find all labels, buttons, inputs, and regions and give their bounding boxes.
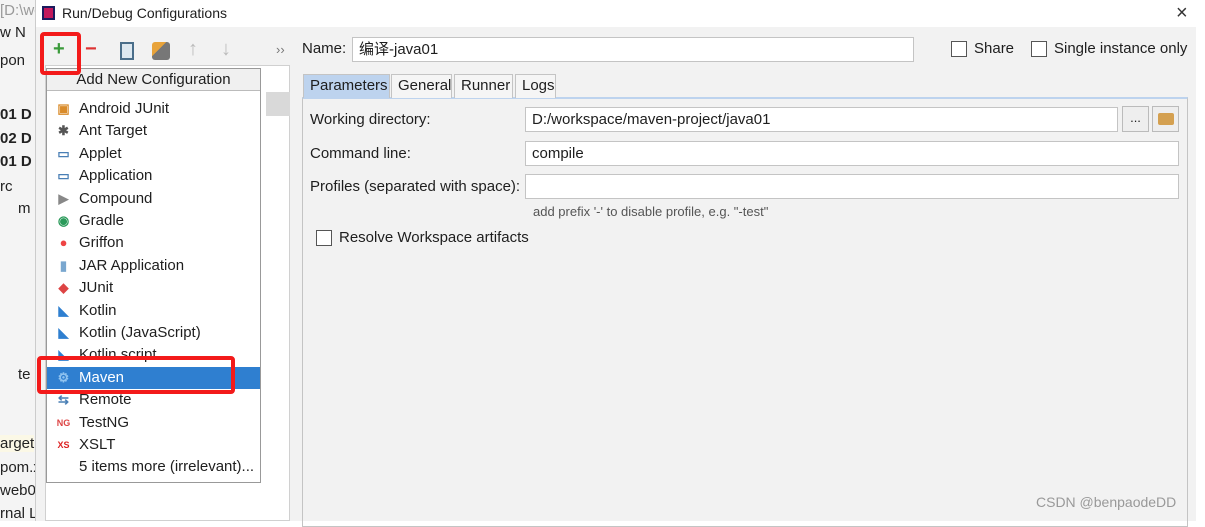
config-type-label: Applet — [79, 144, 122, 162]
config-type-testng[interactable]: NG TestNG — [47, 412, 260, 434]
profiles-hint: add prefix '-' to disable profile, e.g. … — [533, 204, 769, 219]
ide-text: [D:\wo — [0, 2, 35, 19]
junit-icon: ◆ — [58, 280, 69, 296]
edit-defaults-icon[interactable] — [152, 42, 170, 60]
highlight-maven — [37, 356, 235, 394]
more-icon[interactable]: ›› — [276, 42, 285, 57]
config-type-compound[interactable]: ▶ Compound — [47, 188, 260, 210]
config-type-gradle[interactable]: ◉ Gradle — [47, 210, 260, 232]
config-type-xslt[interactable]: XS XSLT — [47, 434, 260, 456]
tab-logs[interactable]: Logs — [515, 74, 556, 98]
config-type-label: Application — [79, 167, 153, 185]
applet-icon: ▭ — [57, 145, 70, 161]
ide-text: arget — [0, 435, 35, 452]
profiles-label: Profiles (separated with space): — [310, 178, 521, 195]
config-type-label: Gradle — [79, 212, 125, 229]
config-type-label: Compound — [79, 189, 153, 207]
compound-icon: ▶ — [58, 190, 69, 206]
command-line-input[interactable]: compile — [525, 141, 1179, 166]
config-type-label: JAR Application — [79, 256, 185, 274]
remove-configuration-button[interactable]: − — [85, 38, 97, 61]
ide-text: w N — [0, 24, 26, 41]
watermark: CSDN @benpaodeDD — [1036, 494, 1177, 510]
close-button[interactable]: × — [1176, 2, 1188, 25]
title-bar: Run/Debug Configurations × — [36, 0, 1196, 27]
resolve-workspace-label: Resolve Workspace artifacts — [339, 229, 529, 246]
config-type-application[interactable]: ▭ Application — [47, 165, 260, 187]
kotlin-icon: ◣ — [58, 302, 69, 318]
run-debug-dialog: Run/Debug Configurations × + − ↑ ↓ ›› Ad… — [36, 0, 1196, 527]
ide-text: pom.x — [0, 459, 35, 476]
ide-text: rc — [0, 178, 13, 195]
selected-tree-row[interactable] — [266, 92, 290, 116]
name-input[interactable]: 编译-java01 — [352, 37, 914, 62]
ide-text: web01 — [0, 482, 36, 499]
griffon-icon: ● — [59, 235, 68, 251]
ide-text: 02 D — [0, 130, 32, 147]
kotlin-icon: ◣ — [58, 325, 69, 340]
application-icon: ▭ — [57, 168, 70, 184]
folder-macro-button[interactable] — [1152, 106, 1179, 132]
config-type-android-junit[interactable]: ▣ Android JUnit — [47, 98, 260, 120]
share-label: Share — [974, 40, 1015, 57]
single-instance-checkbox[interactable] — [1031, 41, 1047, 57]
config-type-label: JUnit — [79, 279, 114, 297]
single-instance-label: Single instance only — [1054, 40, 1188, 57]
ant-icon: ✱ — [58, 123, 69, 139]
dialog-title: Run/Debug Configurations — [62, 5, 227, 21]
gradle-icon: ◉ — [57, 213, 70, 228]
ide-text: m — [18, 200, 31, 217]
highlight-add-button — [40, 32, 81, 75]
config-type-label: Ant Target — [79, 122, 148, 140]
add-configuration-popup: Add New Configuration ▣ Android JUnit ✱ Ant… — [46, 68, 261, 483]
config-type-label: 5 items more (irrelevant)... — [79, 458, 255, 476]
working-directory-label: Working directory: — [310, 111, 431, 128]
ide-background: [D:\wo w N pon 01 D 02 D 01 D rc m te ar… — [0, 0, 36, 521]
config-type-ant-target[interactable]: ✱ Ant Target — [47, 120, 260, 142]
copy-icon[interactable] — [120, 42, 134, 60]
name-label: Name: — [302, 40, 347, 57]
ide-text: te — [18, 366, 31, 383]
browse-button[interactable]: ... — [1122, 106, 1149, 132]
move-down-button[interactable]: ↓ — [221, 38, 231, 61]
jar-icon: ▮ — [59, 257, 68, 273]
config-type-label: Kotlin (JavaScript) — [79, 324, 201, 341]
config-type-kotlin[interactable]: ◣ Kotlin — [47, 300, 260, 322]
tab-general[interactable]: General — [391, 74, 452, 98]
share-checkbox[interactable] — [951, 41, 967, 57]
intellij-icon — [42, 6, 55, 20]
config-type-label: XSLT — [79, 436, 116, 453]
profiles-input[interactable] — [525, 174, 1179, 199]
ide-text: rnal L — [0, 505, 36, 521]
ide-text: 01 D — [0, 106, 32, 123]
resolve-workspace-checkbox[interactable] — [316, 230, 332, 246]
tab-parameters[interactable]: Parameters — [303, 74, 390, 98]
xslt-icon: XS — [57, 440, 70, 450]
config-type-kotlin-javascript[interactable]: ◣ Kotlin (JavaScript) — [47, 322, 260, 344]
config-type-label: TestNG — [79, 413, 130, 431]
tab-runner[interactable]: Runner — [454, 74, 513, 98]
config-type-label: Kotlin — [79, 301, 117, 319]
config-type-5-items-more-irrelevant[interactable]: 5 items more (irrelevant)... — [47, 456, 260, 478]
config-type-applet[interactable]: ▭ Applet — [47, 143, 260, 165]
android-junit-icon: ▣ — [57, 101, 70, 116]
remote-icon: ⇆ — [58, 392, 69, 408]
config-type-label: Android JUnit — [79, 100, 170, 117]
move-up-button[interactable]: ↑ — [188, 38, 198, 61]
ide-text: pon — [0, 52, 26, 69]
config-type-jar-application[interactable]: ▮ JAR Application — [47, 255, 260, 277]
working-directory-input[interactable]: D:/workspace/maven-project/java01 — [525, 107, 1118, 132]
ide-text: 01 D — [0, 153, 32, 170]
command-line-label: Command line: — [310, 145, 411, 162]
config-type-junit[interactable]: ◆ JUnit — [47, 277, 260, 299]
folder-icon — [1158, 113, 1174, 125]
testng-icon: NG — [56, 417, 71, 428]
config-type-griffon[interactable]: ● Griffon — [47, 232, 260, 254]
config-type-label: Griffon — [79, 234, 124, 252]
